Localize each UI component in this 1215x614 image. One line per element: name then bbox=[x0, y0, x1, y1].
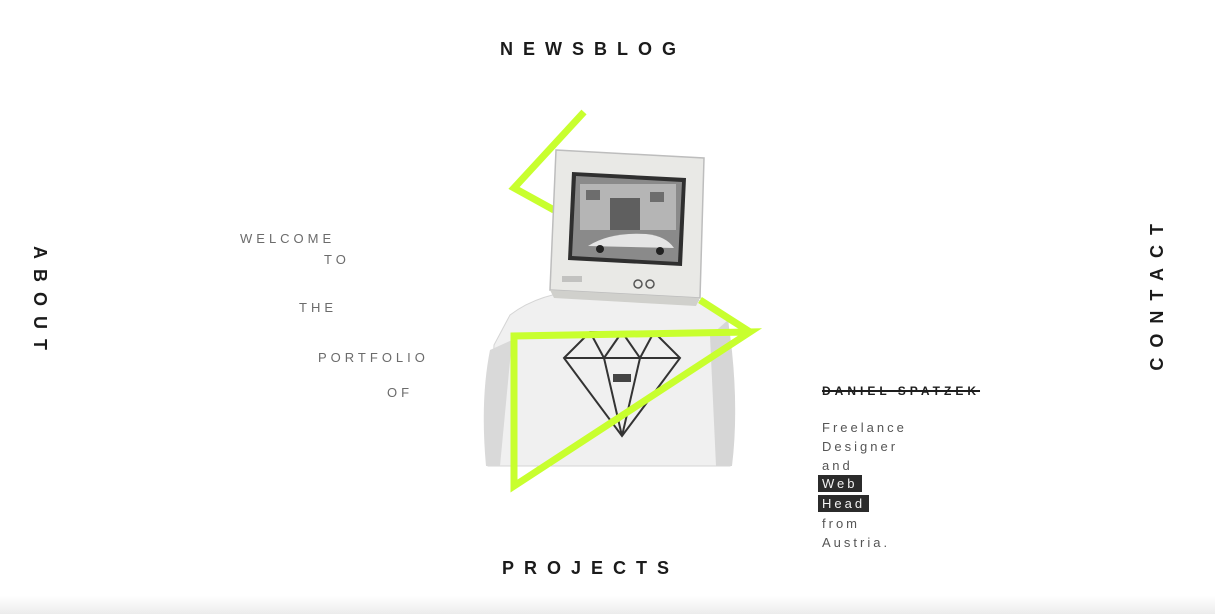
intro-welcome: WELCOME bbox=[240, 231, 336, 246]
person-name: DANIEL SPATZEK bbox=[822, 384, 981, 398]
bio-line: from bbox=[822, 516, 860, 531]
bio-highlight: Web bbox=[818, 475, 862, 492]
nav-about[interactable]: ABOUT bbox=[29, 246, 50, 360]
intro-of: OF bbox=[387, 385, 414, 400]
tshirt-figure bbox=[483, 276, 736, 467]
crt-monitor-head bbox=[549, 149, 705, 306]
bio-highlight: Head bbox=[818, 495, 870, 512]
nav-projects[interactable]: PROJECTS bbox=[502, 558, 679, 579]
intro-portfolio: PORTFOLIO bbox=[318, 350, 429, 365]
hero-illustration bbox=[483, 109, 763, 493]
intro-the: THE bbox=[299, 300, 337, 315]
bio-line: and bbox=[822, 458, 853, 473]
nav-newsblog[interactable]: NEWSBLOG bbox=[500, 39, 686, 60]
bottom-fade bbox=[0, 596, 1215, 614]
intro-to: TO bbox=[324, 252, 350, 267]
nav-contact[interactable]: CONTACT bbox=[1147, 214, 1168, 371]
bio-line: Freelance bbox=[822, 420, 907, 435]
bio-line: Austria. bbox=[822, 535, 891, 550]
bio-line: Designer bbox=[822, 439, 899, 454]
